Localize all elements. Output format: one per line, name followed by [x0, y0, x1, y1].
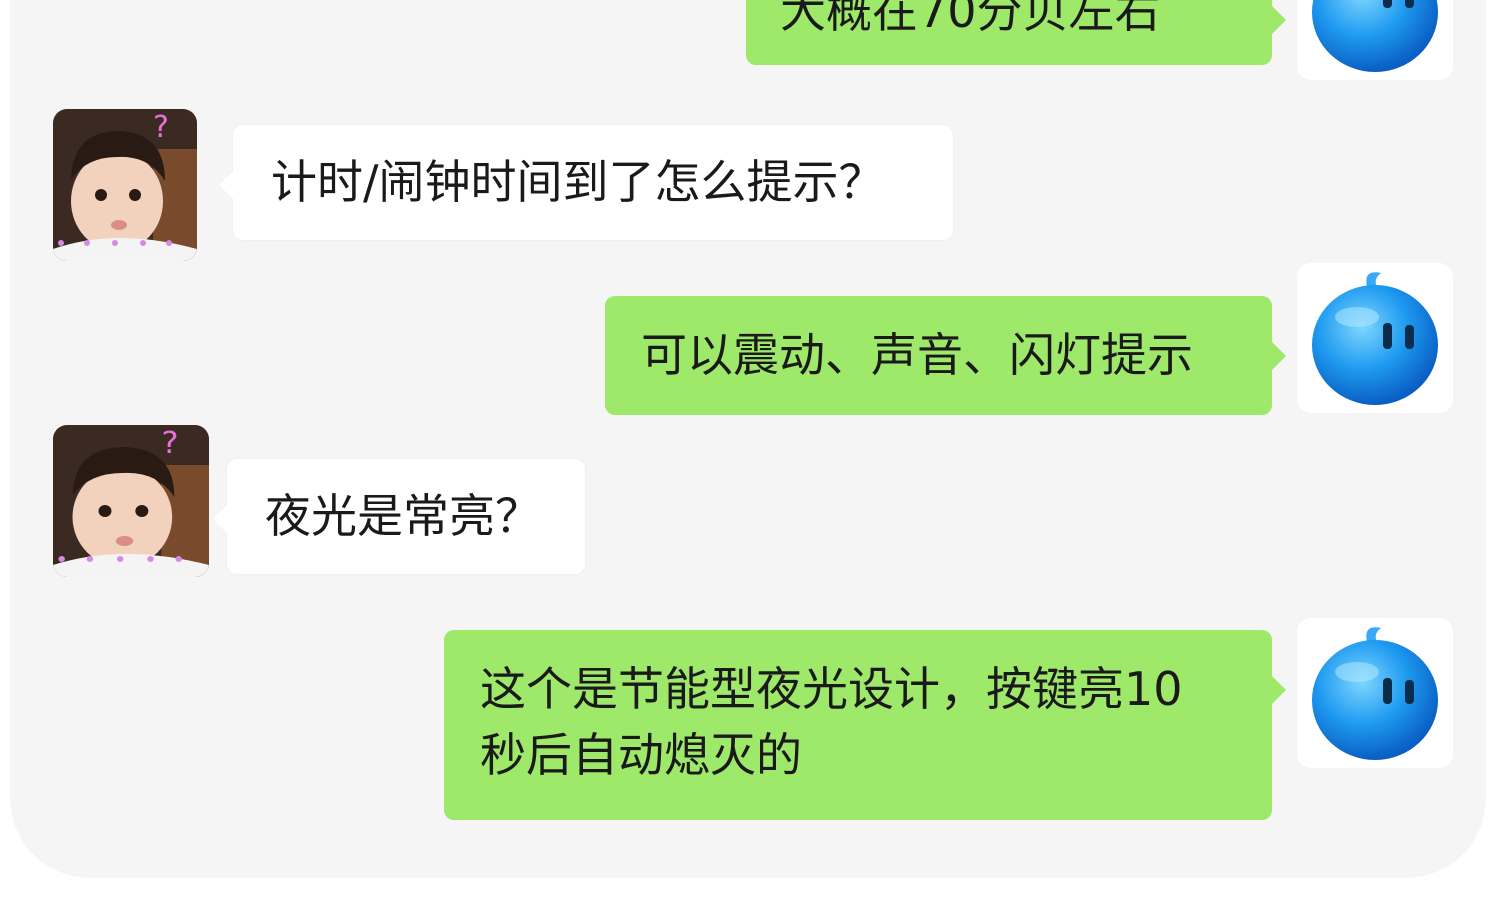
outgoing-message: 大概在70分贝左右: [746, 0, 1286, 65]
agent-avatar: [1297, 618, 1453, 768]
outgoing-message: 这个是节能型夜光设计，按键亮10 秒后自动熄灭的: [444, 630, 1286, 820]
incoming-message: 计时/闹钟时间到了怎么提示？: [219, 125, 953, 240]
incoming-message: 夜光是常亮？: [213, 459, 585, 574]
agent-avatar: [1297, 0, 1453, 80]
agent-avatar: [1297, 263, 1453, 413]
customer-avatar: ?: [53, 425, 209, 577]
qq-bubble-icon: [1312, 627, 1438, 760]
svg-text:?: ?: [161, 426, 178, 461]
customer-avatar: ?: [53, 109, 197, 261]
svg-text:?: ?: [153, 110, 169, 145]
qq-bubble-icon: [1312, 0, 1438, 72]
child-photo-avatar: ?: [53, 109, 197, 261]
child-photo-avatar: ?: [53, 425, 209, 577]
qq-bubble-icon: [1312, 272, 1438, 405]
outgoing-message: 可以震动、声音、闪灯提示: [605, 296, 1286, 415]
chat-panel: 大概在70分贝左右 ? 计时/闹钟时间到了怎么提示？ 可以震动、声音、闪灯提示 …: [10, 0, 1486, 878]
